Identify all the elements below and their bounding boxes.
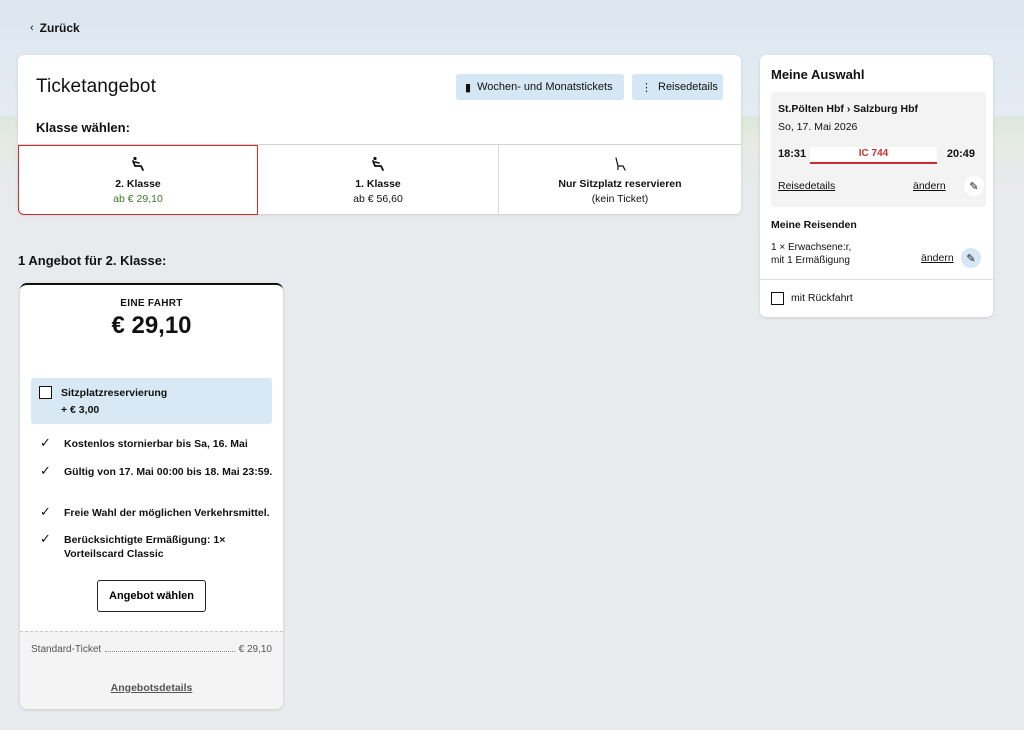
offer-footer: Standard-Ticket € 29,10 Angebotsdetails (20, 631, 283, 709)
offer-card: EINE FAHRT € 29,10 Sitzplatzreservierung… (20, 283, 283, 709)
feature-text: Kostenlos stornierbar bis Sa, 16. Mai (64, 438, 248, 450)
return-trip-checkbox[interactable] (771, 292, 784, 305)
class-name: 2. Klasse (115, 177, 161, 190)
travellers-line: mit 1 Ermäßigung (771, 255, 850, 266)
class-selector: 2. Klasse ab € 29,10 1. Klasse ab € 56,6… (18, 144, 741, 215)
travellers-line: 1 × Erwachsene:r, (771, 242, 852, 253)
class-option-seat-only[interactable]: Nur Sitzplatz reservieren (kein Ticket) (499, 145, 741, 215)
offer-price: € 29,10 (111, 312, 192, 339)
travel-details-button[interactable]: ⋮ Reisedetails (632, 74, 723, 100)
check-icon: ✓ (40, 463, 51, 478)
class-name: Nur Sitzplatz reservieren (558, 177, 682, 190)
train-name: IC 744 (810, 147, 937, 161)
route-vertical-icon: ⋮ (641, 81, 652, 94)
return-trip-label: mit Rückfahrt (791, 292, 853, 304)
weekly-monthly-tickets-button[interactable]: ▮ Wochen- und Monatstickets (456, 74, 624, 100)
travellers-title: Meine Reisenden (771, 219, 857, 231)
feature-text: Gültig von 17. Mai 00:00 bis 18. Mai 23:… (64, 466, 273, 478)
divider (760, 279, 993, 280)
feature-item: ✓ Gültig von 17. Mai 00:00 bis 18. Mai 2… (40, 463, 273, 479)
trip-change-link[interactable]: ändern (913, 180, 946, 192)
feature-item: ✓ Freie Wahl der möglichen Verkehrsmitte… (40, 504, 270, 520)
page-title: Ticketangebot (36, 76, 156, 97)
choose-offer-button[interactable]: Angebot wählen (97, 580, 206, 612)
seat-reservation-checkbox[interactable] (39, 386, 52, 399)
back-label: Zurück (39, 21, 80, 35)
back-link[interactable]: ‹ Zurück (30, 21, 80, 35)
dotted-leader (105, 644, 235, 652)
check-icon: ✓ (40, 531, 51, 546)
feature-text: Freie Wahl der möglichen Verkehrsmittel. (64, 507, 270, 519)
departure-time: 18:31 (778, 148, 807, 160)
details-button-label: Reisedetails (658, 81, 718, 93)
class-option-first[interactable]: 1. Klasse ab € 56,60 (258, 145, 499, 215)
feature-text: Berücksichtigte Ermäßigung: 1× Vorteilsc… (64, 534, 226, 560)
trip-summary: St.Pölten Hbf › Salzburg Hbf So, 17. Mai… (771, 92, 986, 207)
trip-details-link[interactable]: Reisedetails (778, 180, 835, 192)
trip-date: So, 17. Mai 2026 (778, 121, 858, 133)
class-select-label: Klasse wählen: (36, 120, 130, 135)
standard-ticket-label: Standard-Ticket (31, 644, 102, 655)
offer-type: EINE FAHRT (120, 298, 183, 309)
feature-item: ✓ Kostenlos stornierbar bis Sa, 16. Mai (40, 435, 248, 451)
feature-item: ✓ Berücksichtigte Ermäßigung: 1× Vorteil… (40, 531, 274, 561)
seat-outline-icon (612, 156, 628, 174)
offer-details-link[interactable]: Angebotsdetails (20, 682, 283, 694)
seat-reservation-label: Sitzplatzreservierung (61, 387, 168, 399)
class-price: ab € 56,60 (353, 192, 403, 205)
selection-title: Meine Auswahl (771, 67, 865, 82)
check-icon: ✓ (40, 435, 51, 450)
pencil-icon[interactable]: ✎ (964, 176, 984, 196)
pencil-icon[interactable]: ✎ (961, 248, 981, 268)
standard-ticket-row: Standard-Ticket € 29,10 (31, 644, 272, 655)
travellers-change-link[interactable]: ändern (921, 252, 954, 264)
class-option-second[interactable]: 2. Klasse ab € 29,10 (18, 145, 258, 215)
seat-reservation-option[interactable]: Sitzplatzreservierung + € 3,00 (31, 378, 272, 424)
seat-reservation-price: + € 3,00 (61, 404, 100, 416)
arrival-time: 20:49 (946, 148, 975, 160)
train-line (810, 162, 937, 164)
class-price: ab € 29,10 (113, 192, 163, 205)
chevron-left-icon: ‹ (30, 22, 34, 34)
ticket-offer-card: Ticketangebot ▮ Wochen- und Monatsticket… (18, 55, 741, 215)
ticket-book-icon: ▮ (465, 81, 472, 94)
standard-ticket-price: € 29,10 (238, 644, 272, 655)
seat-icon (370, 156, 386, 174)
check-icon: ✓ (40, 504, 51, 519)
class-name: 1. Klasse (355, 177, 401, 190)
class-price: (kein Ticket) (591, 192, 649, 205)
my-selection-panel: Meine Auswahl St.Pölten Hbf › Salzburg H… (760, 55, 993, 317)
trip-route: St.Pölten Hbf › Salzburg Hbf (778, 103, 918, 115)
weekly-button-label: Wochen- und Monatstickets (477, 81, 613, 93)
offers-heading: 1 Angebot für 2. Klasse: (18, 253, 167, 268)
seat-icon (130, 156, 146, 174)
